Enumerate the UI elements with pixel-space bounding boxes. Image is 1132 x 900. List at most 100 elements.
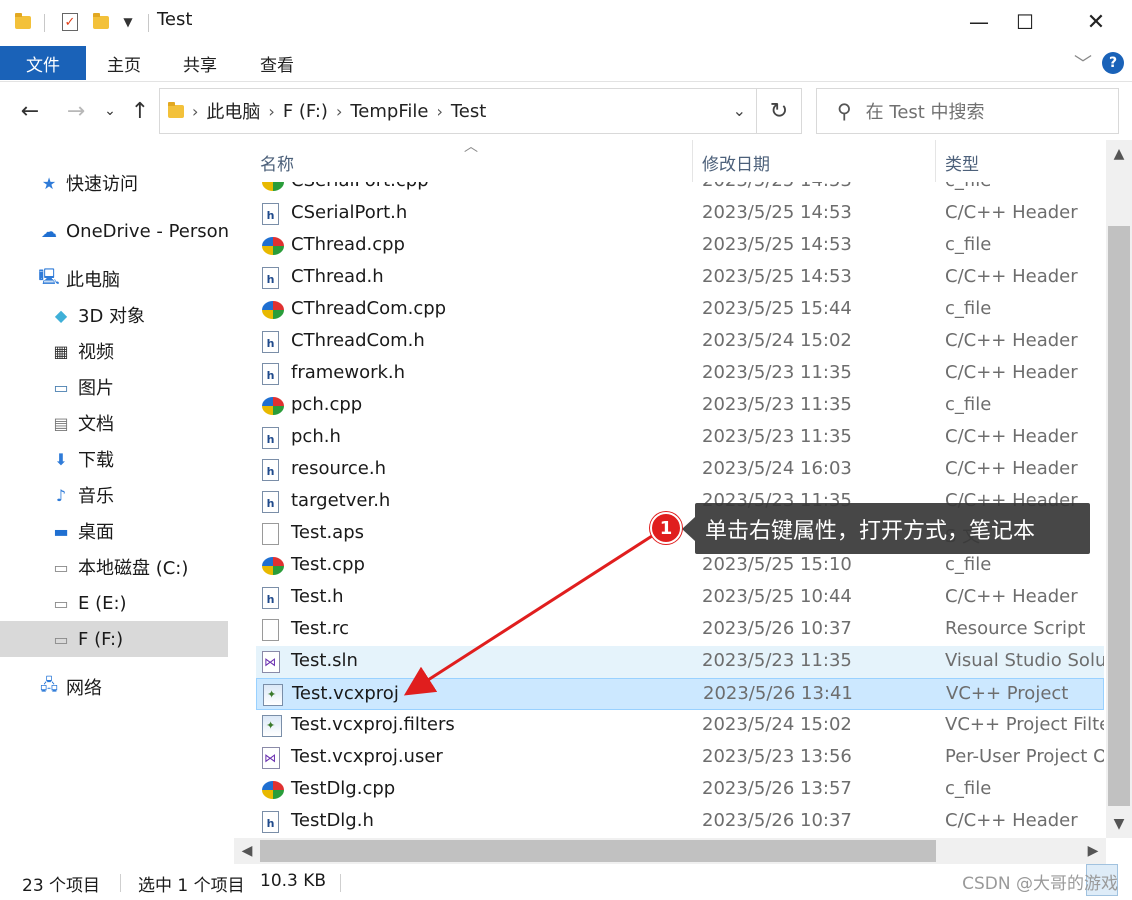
- file-type: C/C++ Header: [945, 202, 1078, 223]
- search-input[interactable]: 在 Test 中搜索: [866, 98, 985, 124]
- file-date: 2023/5/26 13:57: [702, 778, 852, 799]
- breadcrumb-test[interactable]: Test: [451, 101, 486, 122]
- watermark: CSDN @大哥的游戏: [962, 874, 1118, 894]
- file-name: Test.sln: [291, 650, 358, 671]
- minimize-button[interactable]: —: [956, 0, 1002, 44]
- file-row[interactable]: h pch.h 2023/5/23 11:35 C/C++ Header: [256, 422, 1104, 454]
- nav-item-label: 图片: [78, 378, 114, 399]
- refresh-button[interactable]: ↻: [757, 88, 802, 134]
- solution-file-icon: [262, 651, 280, 673]
- nav-item-downloads[interactable]: ⬇ 下载: [50, 441, 114, 477]
- scroll-down-icon[interactable]: ▼: [1106, 816, 1132, 832]
- breadcrumb-separator: ›: [192, 101, 199, 121]
- column-date[interactable]: 修改日期: [702, 150, 770, 175]
- file-name: Test.rc: [291, 618, 350, 639]
- back-button[interactable]: ←: [16, 98, 44, 124]
- nav-item-quick-access[interactable]: ★ 快速访问: [38, 165, 138, 201]
- search-box[interactable]: ⚲ 在 Test 中搜索: [816, 88, 1119, 134]
- file-name: TestDlg.cpp: [291, 778, 396, 799]
- nav-item-network[interactable]: 🖧 网络: [38, 669, 102, 705]
- selected-size: 10.3 KB: [260, 871, 327, 891]
- tab-file[interactable]: 文件: [0, 46, 86, 80]
- breadcrumb-separator[interactable]: ›: [436, 102, 442, 121]
- column-name[interactable]: 名称: [260, 150, 294, 175]
- file-row[interactable]: Test.sln 2023/5/23 11:35 Visual Studio Sol…: [256, 646, 1104, 678]
- customize-toolbar-icon[interactable]: ▼: [118, 10, 138, 34]
- forward-button[interactable]: →: [62, 98, 90, 124]
- tab-view[interactable]: 查看: [249, 44, 305, 82]
- close-button[interactable]: ✕: [1073, 0, 1119, 44]
- file-row[interactable]: TestDlg.cpp 2023/5/26 13:57 c_file: [256, 774, 1104, 806]
- file-name: CThreadCom.cpp: [291, 298, 447, 319]
- nav-item-3d-objects[interactable]: ◆ 3D 对象: [50, 297, 145, 333]
- column-divider[interactable]: [692, 140, 693, 182]
- file-name: TestDlg.h: [291, 810, 374, 831]
- picture-icon: ▭: [53, 377, 69, 397]
- file-row[interactable]: pch.cpp 2023/5/23 11:35 c_file: [256, 390, 1104, 422]
- maximize-button[interactable]: ☐: [1002, 0, 1048, 44]
- breadcrumb-separator[interactable]: ›: [268, 102, 274, 121]
- vertical-scrollbar[interactable]: ▲ ▼: [1106, 140, 1132, 838]
- scroll-up-icon[interactable]: ▲: [1106, 146, 1132, 162]
- horizontal-scrollbar[interactable]: ◀ ▶: [234, 838, 1106, 864]
- file-date: 2023/5/25 10:44: [702, 586, 852, 607]
- file-type: C/C++ Header: [945, 362, 1078, 383]
- file-row[interactable]: h CSerialPort.h 2023/5/25 14:53 C/C++ Heade…: [256, 198, 1104, 230]
- nav-item-label: 本地磁盘 (C:): [78, 558, 189, 579]
- star-icon: ★: [41, 173, 57, 193]
- cpp-file-icon: [262, 237, 284, 255]
- nav-item-pictures[interactable]: ▭ 图片: [50, 369, 114, 405]
- column-divider[interactable]: [935, 140, 936, 182]
- file-row[interactable]: h CThread.h 2023/5/25 14:53 C/C++ Header: [256, 262, 1104, 294]
- chevron-down-icon[interactable]: ⌄: [733, 101, 746, 120]
- file-row[interactable]: h CThreadCom.h 2023/5/24 15:02 C/C++ Header: [256, 326, 1104, 358]
- breadcrumb-separator[interactable]: ›: [336, 102, 342, 121]
- file-row[interactable]: h Test.h 2023/5/25 10:44 C/C++ Header: [256, 582, 1104, 614]
- nav-item-videos[interactable]: ▦ 视频: [50, 333, 114, 369]
- file-row[interactable]: Test.vcxproj.user 2023/5/23 13:56 Per-User…: [256, 742, 1104, 774]
- nav-item-drive-e[interactable]: ▭ E (E:): [50, 585, 126, 621]
- file-row[interactable]: h resource.h 2023/5/24 16:03 C/C++ Header: [256, 454, 1104, 486]
- scroll-left-icon[interactable]: ◀: [234, 843, 260, 859]
- file-row[interactable]: Test.vcxproj 2023/5/26 13:41 VC++ Project: [256, 678, 1104, 710]
- scroll-right-icon[interactable]: ▶: [1080, 843, 1106, 859]
- file-type: C/C++ Header: [945, 330, 1078, 351]
- breadcrumb-tempfile[interactable]: TempFile: [350, 101, 428, 122]
- file-row[interactable]: Test.vcxproj.filters 2023/5/24 15:02 VC++ …: [256, 710, 1104, 742]
- chevron-down-icon[interactable]: ﹀: [1074, 50, 1092, 76]
- nav-item-music[interactable]: ♪ 音乐: [50, 477, 114, 513]
- new-folder-icon[interactable]: [90, 10, 112, 34]
- file-row[interactable]: CThreadCom.cpp 2023/5/25 15:44 c_file: [256, 294, 1104, 326]
- file-name: Test.vcxproj.filters: [291, 714, 455, 735]
- properties-icon[interactable]: ✓: [58, 10, 82, 34]
- column-type[interactable]: 类型: [945, 150, 979, 175]
- file-name: CThread.h: [291, 266, 384, 287]
- scroll-thumb[interactable]: [1108, 226, 1130, 806]
- nav-item-drive-f[interactable]: ▭ F (F:): [0, 621, 228, 657]
- cpp-file-icon: [262, 301, 284, 319]
- window-title: Test: [157, 9, 193, 30]
- tab-share[interactable]: 共享: [172, 44, 228, 82]
- nav-item-onedrive[interactable]: ☁ OneDrive - Persona: [38, 213, 230, 249]
- file-row[interactable]: h framework.h 2023/5/23 11:35 C/C++ Header: [256, 358, 1104, 390]
- file-row[interactable]: CThread.cpp 2023/5/25 14:53 c_file: [256, 230, 1104, 262]
- nav-item-desktop[interactable]: ▬ 桌面: [50, 513, 114, 549]
- up-button[interactable]: ↑: [126, 98, 154, 124]
- nav-item-drive-c[interactable]: ▭ 本地磁盘 (C:): [50, 549, 188, 585]
- recent-locations-button[interactable]: ⌄: [100, 98, 120, 124]
- file-row[interactable]: Test.cpp 2023/5/25 15:10 c_file: [256, 550, 1104, 582]
- breadcrumb-drive-f[interactable]: F (F:): [283, 101, 328, 122]
- address-bar[interactable]: › 此电脑 › F (F:) › TempFile › Test ⌄: [159, 88, 757, 134]
- nav-item-documents[interactable]: ▤ 文档: [50, 405, 114, 441]
- file-date: 2023/5/23 11:35: [702, 394, 852, 415]
- header-file-icon: h: [262, 331, 279, 353]
- breadcrumb-this-pc[interactable]: 此电脑: [206, 98, 260, 124]
- file-row[interactable]: h TestDlg.h 2023/5/26 10:37 C/C++ Header: [256, 806, 1104, 838]
- nav-item-this-pc[interactable]: 🖳 此电脑: [38, 261, 120, 297]
- scroll-thumb[interactable]: [260, 840, 936, 862]
- file-row[interactable]: Test.rc 2023/5/26 10:37 Resource Script: [256, 614, 1104, 646]
- file-type: c_file: [945, 394, 992, 415]
- computer-icon: 🖳: [38, 266, 60, 286]
- tab-home[interactable]: 主页: [96, 44, 152, 82]
- help-icon[interactable]: ?: [1102, 52, 1124, 74]
